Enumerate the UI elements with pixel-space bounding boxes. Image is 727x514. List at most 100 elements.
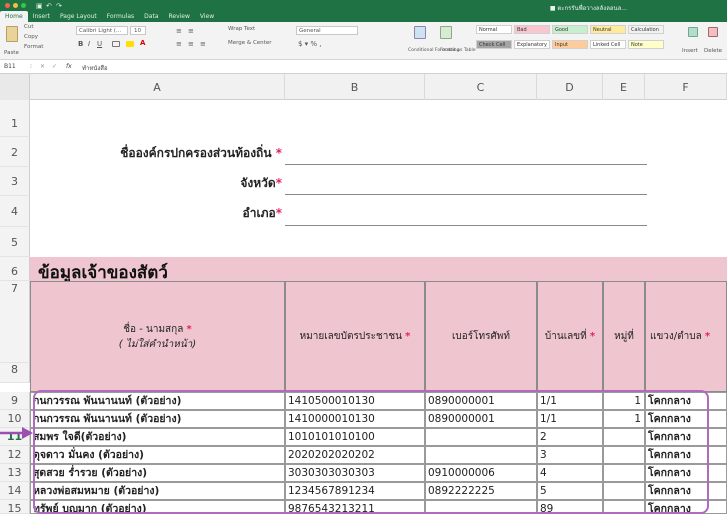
zoom-window-icon[interactable] (21, 3, 26, 8)
cell-style-explanatory[interactable]: Explanatory (514, 40, 550, 49)
row-header[interactable]: 7 (0, 281, 30, 363)
paste-icon[interactable] (6, 26, 18, 42)
format-as-table-icon[interactable] (440, 26, 452, 39)
cell-moo[interactable]: 1 (603, 410, 645, 428)
district-field-line[interactable] (285, 225, 647, 226)
redo-icon[interactable]: ↷ (56, 2, 62, 10)
header-name[interactable]: ชื่อ - นามสกุล * ( ไม่ใส่คำนำหน้า) (30, 281, 285, 392)
font-color-icon[interactable]: A (140, 39, 145, 47)
copy-button[interactable]: Copy (24, 34, 38, 40)
fx-label[interactable]: fx (66, 63, 72, 70)
cell-name[interactable]: กนกวรรณ พันนานนท์ (ตัวอย่าง) (30, 410, 285, 428)
cell-house[interactable]: 5 (537, 482, 603, 500)
row-header[interactable]: 14 (0, 482, 30, 500)
row-header[interactable]: 12 (0, 446, 30, 464)
header-subdistrict[interactable]: แขวง/ตำบล * (645, 281, 727, 392)
borders-icon[interactable] (112, 41, 120, 47)
column-header-c[interactable]: C (425, 74, 537, 100)
save-icon[interactable]: ▣ (36, 2, 43, 10)
cell-name[interactable]: สุดสวย ร่ำรวย (ตัวอย่าง) (30, 464, 285, 482)
cell-style-bad[interactable]: Bad (514, 25, 550, 34)
tab-review[interactable]: Review (164, 11, 195, 22)
cell-name[interactable]: กนกวรรณ พันนานนท์ (ตัวอย่าง) (30, 392, 285, 410)
cell-subdistrict[interactable]: โคกกลาง (645, 482, 727, 500)
cut-button[interactable]: Cut (24, 24, 33, 30)
header-phone[interactable]: เบอร์โทรศัพท์ (425, 281, 537, 392)
format-painter-button[interactable]: Format (24, 44, 43, 50)
cell-subdistrict[interactable]: โคกกลาง (645, 500, 727, 514)
italic-icon[interactable]: I (88, 40, 90, 48)
cell-house[interactable]: 2 (537, 428, 603, 446)
fill-color-icon[interactable] (126, 41, 134, 47)
cell-name[interactable]: ดุจดาว มั่นคง (ตัวอย่าง) (30, 446, 285, 464)
conditional-formatting-icon[interactable] (414, 26, 426, 39)
name-box[interactable]: B11 (4, 63, 16, 70)
format-as-table-button[interactable]: Format as Table (440, 48, 475, 53)
confirm-formula-icon[interactable]: ✓ (52, 63, 57, 70)
row-header[interactable]: 1 (0, 100, 30, 137)
cell-subdistrict[interactable]: โคกกลาง (645, 392, 727, 410)
align-middle-icon[interactable]: ≡ (188, 27, 194, 35)
cell-id[interactable]: 1410000010130 (285, 410, 425, 428)
row-header[interactable]: 5 (0, 227, 30, 257)
cell-subdistrict[interactable]: โคกกลาง (645, 464, 727, 482)
insert-cells-icon[interactable] (688, 27, 698, 37)
cell-name[interactable]: สมพร ใจดี(ตัวอย่าง) (30, 428, 285, 446)
row-header[interactable]: 15 (0, 500, 30, 514)
align-center-icon[interactable]: ≡ (188, 40, 194, 48)
cell-phone[interactable] (425, 428, 537, 446)
align-right-icon[interactable]: ≡ (200, 40, 206, 48)
cell-house[interactable]: 1/1 (537, 392, 603, 410)
cell-moo[interactable] (603, 428, 645, 446)
cell-phone[interactable]: 0892222225 (425, 482, 537, 500)
formula-input[interactable]: ทำหนังสือ (82, 63, 108, 73)
cell-house[interactable]: 3 (537, 446, 603, 464)
column-header-f[interactable]: F (645, 74, 727, 100)
cell-phone[interactable]: 0910000006 (425, 464, 537, 482)
tab-view[interactable]: View (195, 11, 219, 22)
cell-subdistrict[interactable]: โคกกลาง (645, 428, 727, 446)
undo-icon[interactable]: ↶ (46, 2, 52, 10)
cell-phone[interactable]: 0890000001 (425, 392, 537, 410)
cell-style-input[interactable]: Input (552, 40, 588, 49)
font-name-select[interactable]: Calibri Light (... (76, 26, 128, 35)
cell-id[interactable]: 1234567891234 (285, 482, 425, 500)
org-name-field-line[interactable] (285, 164, 647, 165)
cell-style-linked-cell[interactable]: Linked Cell (590, 40, 626, 49)
province-field-line[interactable] (285, 194, 647, 195)
cell-house[interactable]: 89 (537, 500, 603, 514)
row-header[interactable]: 3 (0, 167, 30, 196)
cell-moo[interactable] (603, 482, 645, 500)
cell-moo[interactable] (603, 500, 645, 514)
cell-style-check-cell[interactable]: Check Cell (476, 40, 512, 49)
row-header[interactable]: 6 (0, 257, 30, 281)
tab-formulas[interactable]: Formulas (102, 11, 139, 22)
tab-data[interactable]: Data (139, 11, 163, 22)
row-header[interactable]: 4 (0, 196, 30, 227)
insert-button[interactable]: Insert (682, 48, 698, 54)
column-header-b[interactable]: B (285, 74, 425, 100)
cell-style-note[interactable]: Note (628, 40, 664, 49)
cell-id[interactable]: 1010101010100 (285, 428, 425, 446)
cell-subdistrict[interactable]: โคกกลาง (645, 410, 727, 428)
header-house-no[interactable]: บ้านเลขที่ * (537, 281, 603, 392)
tab-insert[interactable]: Insert (28, 11, 55, 22)
column-header-a[interactable]: A (30, 74, 285, 100)
cell-phone[interactable]: 0890000001 (425, 410, 537, 428)
cell-name[interactable]: หลวงพ่อสมหมาย (ตัวอย่าง) (30, 482, 285, 500)
cell-id[interactable]: 3030303030303 (285, 464, 425, 482)
cell-id[interactable]: 2020202020202 (285, 446, 425, 464)
row-header[interactable]: 9 (0, 392, 30, 410)
cell-house[interactable]: 1/1 (537, 410, 603, 428)
tab-page-layout[interactable]: Page Layout (55, 11, 102, 22)
delete-cells-icon[interactable] (708, 27, 718, 37)
select-all-corner[interactable] (0, 74, 30, 100)
currency-icon[interactable]: $ ▾ % , (298, 40, 322, 48)
header-id-number[interactable]: หมายเลขบัตรประชาชน * (285, 281, 425, 392)
cell-name[interactable]: ทรัพย์ บุญมาก (ตัวอย่าง) (30, 500, 285, 514)
number-format-select[interactable]: General (296, 26, 358, 35)
underline-icon[interactable]: U (97, 40, 102, 48)
cell-id[interactable]: 1410500010130 (285, 392, 425, 410)
row-header[interactable]: 2 (0, 137, 30, 167)
cell-style-neutral[interactable]: Neutral (590, 25, 626, 34)
